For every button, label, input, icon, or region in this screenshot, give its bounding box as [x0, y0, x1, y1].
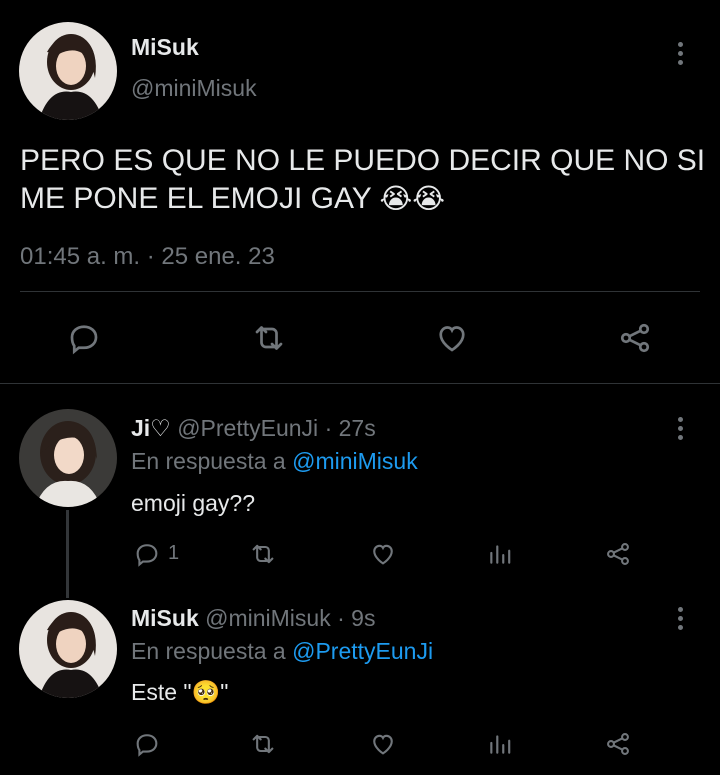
reply-context: En respuesta a @miniMisuk: [131, 448, 418, 475]
reply-to-link[interactable]: @miniMisuk: [292, 448, 418, 474]
reply-header: Ji♡ @PrettyEunJi · 27s: [131, 415, 376, 442]
handle[interactable]: @miniMisuk: [205, 605, 331, 631]
share-icon[interactable]: [617, 320, 653, 356]
tweet-timestamp[interactable]: 01:45 a. m. · 25 ene. 23: [20, 243, 275, 271]
reply-prefix: En respuesta a: [131, 448, 286, 474]
thread-line: [66, 510, 69, 598]
reply-count: 1: [168, 542, 180, 564]
retweet-icon[interactable]: [250, 320, 288, 356]
retweet-icon[interactable]: [248, 730, 278, 758]
reply-context: En respuesta a @PrettyEunJi: [131, 638, 433, 665]
avatar[interactable]: [19, 409, 117, 507]
reply-icon[interactable]: [66, 320, 102, 356]
divider: [0, 383, 720, 384]
more-options-icon[interactable]: [675, 607, 685, 633]
tweet-text: Este "🥺": [131, 679, 229, 705]
more-options-icon[interactable]: [675, 42, 685, 68]
avatar[interactable]: [19, 600, 117, 698]
tweet-text: emoji gay??: [131, 490, 256, 516]
heart-icon[interactable]: [369, 540, 397, 568]
tweet-text: PERO ES QUE NO LE PUEDO DECIR QUE NO SI …: [20, 142, 715, 218]
heart-icon[interactable]: [369, 730, 397, 758]
display-name[interactable]: MiSuk: [131, 34, 199, 61]
divider: [20, 291, 700, 292]
retweet-icon[interactable]: [248, 540, 278, 568]
display-name[interactable]: MiSuk: [131, 605, 199, 631]
reply-time[interactable]: · 9s: [337, 605, 375, 631]
share-icon[interactable]: [604, 540, 632, 568]
reply-icon[interactable]: [133, 540, 161, 568]
display-name[interactable]: Ji♡: [131, 415, 171, 441]
tweet-emojis: 😭😭: [379, 183, 445, 214]
handle[interactable]: @PrettyEunJi: [177, 415, 318, 441]
reply-header: MiSuk @miniMisuk · 9s: [131, 605, 375, 632]
tweet-text-body: PERO ES QUE NO LE PUEDO DECIR QUE NO SI …: [20, 144, 706, 215]
reply-icon[interactable]: [133, 730, 161, 758]
avatar[interactable]: [19, 22, 117, 120]
reply-time[interactable]: · 27s: [325, 415, 376, 441]
analytics-icon[interactable]: [487, 541, 513, 567]
more-options-icon[interactable]: [675, 417, 685, 443]
share-icon[interactable]: [604, 730, 632, 758]
analytics-icon[interactable]: [487, 731, 513, 757]
reply-prefix: En respuesta a: [131, 638, 286, 664]
handle[interactable]: @miniMisuk: [131, 75, 257, 102]
reply-to-link[interactable]: @PrettyEunJi: [292, 638, 433, 664]
heart-icon[interactable]: [434, 320, 470, 356]
